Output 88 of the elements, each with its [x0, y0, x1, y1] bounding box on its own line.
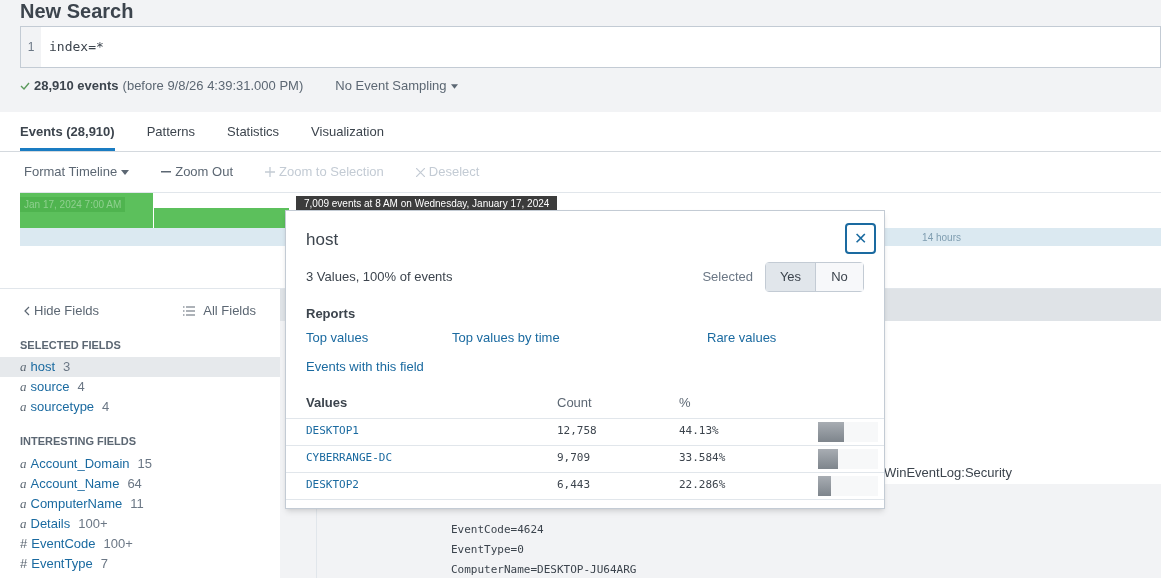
percent-cell-text: 22.286%: [679, 477, 727, 494]
results-tab[interactable]: Patterns: [146, 112, 196, 151]
value-link[interactable]: DESKTOP1: [306, 423, 557, 440]
search-field[interactable]: 1 index=*: [20, 26, 1161, 68]
column-header: Values: [306, 393, 349, 412]
search-query: index=*: [48, 38, 104, 57]
close-button[interactable]: ✕: [845, 223, 876, 254]
field-item[interactable]: a Account_Name 64: [0, 473, 280, 494]
field-name: host: [30, 358, 56, 377]
field-type: a: [20, 454, 27, 473]
event-field-text: WinEventLog:Security: [884, 463, 1012, 482]
results-tab[interactable]: Statistics: [227, 112, 280, 151]
count-cell-text: 12,758: [557, 423, 598, 440]
time-range: (before 9/8/26 4:39:31.000 PM): [122, 77, 304, 96]
event-count: 28,910 events: [34, 77, 119, 96]
report-link[interactable]: Top values: [306, 327, 452, 347]
reports-title: Reports: [305, 305, 357, 323]
selected-label: Selected: [702, 268, 753, 287]
field-type: a: [20, 474, 27, 493]
column-header: Count: [557, 393, 593, 412]
close-icon: [415, 167, 425, 177]
line-number: 1: [21, 27, 41, 67]
field-item[interactable]: a host 3: [0, 357, 280, 377]
timeline-button[interactable]: Format Timeline: [24, 162, 130, 182]
field-type: a: [20, 378, 27, 397]
value-link[interactable]: CYBERRANGE-DC: [306, 450, 557, 467]
field-item[interactable]: a Account_Domain 15: [0, 453, 280, 474]
count-cell-text: 6,443: [557, 477, 592, 494]
check-icon: [20, 82, 30, 90]
toggle-option[interactable]: No: [816, 263, 863, 291]
field-count: 4: [77, 378, 85, 397]
field-count: 64: [127, 474, 142, 493]
event-line: ComputerName=DESKTOP-JU64ARG: [451, 562, 638, 578]
toggle-option[interactable]: Yes: [766, 263, 816, 291]
sampling-dropdown[interactable]: No Event Sampling: [335, 76, 458, 96]
column-header: %: [679, 393, 692, 412]
field-name: EventCode: [31, 534, 96, 553]
field-name: ComputerName: [30, 494, 123, 513]
field-name: EventType: [31, 554, 93, 573]
field-type: a: [20, 398, 27, 417]
field-name: Account_Domain: [30, 454, 130, 473]
field-count: 4: [102, 398, 110, 417]
field-type: a: [20, 514, 27, 533]
results-tab[interactable]: Events (28,910): [20, 112, 115, 151]
field-group-title: SELECTED FIELDS: [19, 337, 122, 353]
timeline-bar[interactable]: [154, 208, 289, 228]
list-icon: [183, 305, 196, 316]
field-item[interactable]: a sourcetype 4: [0, 397, 280, 417]
field-count: 11: [130, 494, 144, 513]
percent-cell-text: 44.13%: [679, 423, 720, 440]
count-cell-text: 9,709: [557, 450, 592, 467]
field-item[interactable]: a ComputerName 11: [0, 493, 280, 514]
report-link[interactable]: Rare values: [707, 327, 857, 347]
field-name: Account_Name: [30, 474, 120, 493]
results-tab[interactable]: Visualization: [311, 112, 384, 151]
all-fields-button[interactable]: All Fields: [183, 301, 256, 321]
field-count: 100+: [103, 534, 133, 553]
plus-icon: [265, 167, 275, 177]
report-link[interactable]: Top values by time: [452, 327, 707, 347]
event-line: EventCode=4624: [451, 522, 545, 538]
field-count: 100+: [78, 514, 108, 533]
page-title: New Search: [20, 0, 135, 22]
field-group-title: INTERESTING FIELDS: [19, 434, 138, 449]
field-name: Details: [30, 514, 71, 533]
field-type: a: [20, 358, 27, 377]
popup-summary: 3 Values, 100% of events: [306, 268, 453, 287]
field-item[interactable]: # EventCode 100+: [0, 533, 280, 554]
caret-icon: [121, 169, 130, 175]
field-name: sourcetype: [30, 398, 95, 417]
value-link[interactable]: DESKTOP2: [306, 477, 557, 494]
hide-fields-button[interactable]: Hide Fields: [24, 301, 100, 321]
field-name: source: [30, 378, 70, 397]
percent-cell-text: 33.584%: [679, 450, 727, 467]
field-count: 15: [137, 454, 152, 473]
field-count: 3: [63, 358, 71, 377]
field-type: a: [20, 494, 27, 513]
caret-icon: [450, 83, 458, 89]
report-link[interactable]: Events with this field: [306, 357, 452, 377]
field-item[interactable]: a source 4: [0, 377, 280, 397]
minus-icon: [161, 171, 172, 173]
event-line: EventType=0: [451, 542, 525, 558]
timeline-button[interactable]: Zoom Out: [161, 162, 233, 182]
chevron-left-icon: [24, 305, 30, 316]
field-count: 7: [100, 554, 108, 573]
field-type: #: [20, 554, 28, 573]
field-type: #: [20, 534, 28, 553]
field-item[interactable]: a Details 100+: [0, 513, 280, 534]
field-item[interactable]: # EventType 7: [0, 553, 280, 574]
